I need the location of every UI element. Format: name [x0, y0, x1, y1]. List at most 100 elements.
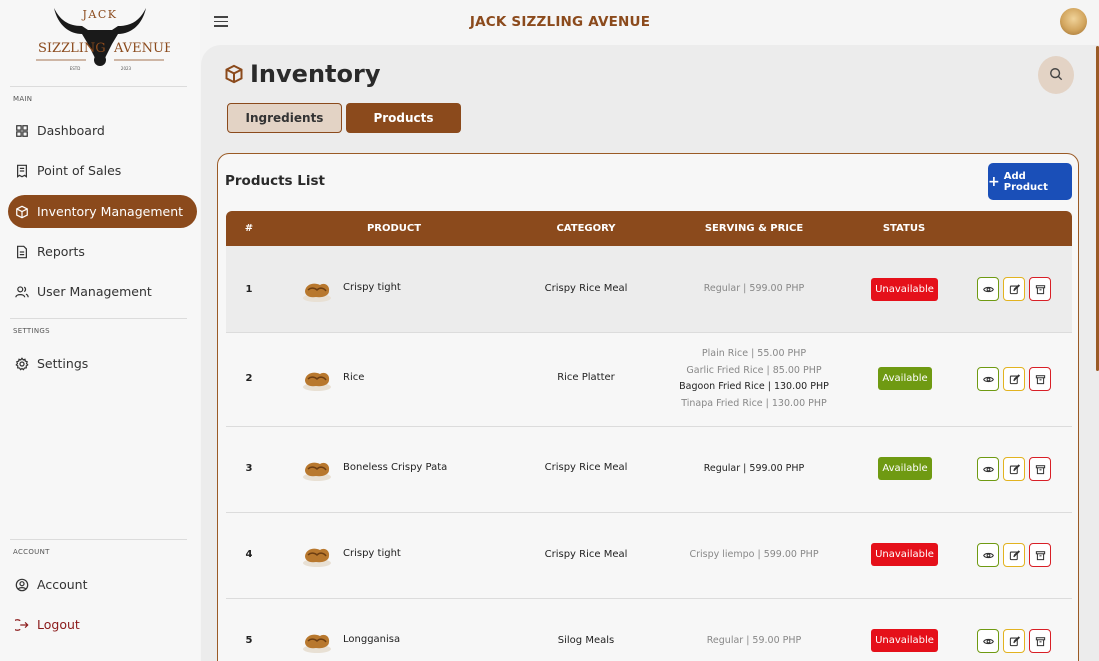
section-label-settings: SETTINGS: [13, 327, 50, 335]
product-category: Rice Platter: [557, 372, 615, 383]
add-product-label: Add Product: [1003, 170, 1048, 193]
product-category: Crispy Rice Meal: [544, 462, 628, 473]
row-number: 5: [245, 635, 253, 646]
product-image: [302, 544, 332, 568]
brand-logo[interactable]: JACK SIZZLING AVENUE ESTD 2023: [30, 4, 173, 76]
edit-icon: [1009, 370, 1020, 389]
sidebar-item-inventory-management[interactable]: Inventory Management: [8, 195, 197, 228]
hamburger-menu-icon[interactable]: [214, 16, 228, 28]
search-button[interactable]: [1038, 56, 1074, 94]
divider: [10, 86, 187, 87]
view-button[interactable]: [977, 543, 999, 567]
sidebar-item-user-management[interactable]: User Management: [8, 275, 197, 308]
product-name: Crispy tight: [343, 282, 401, 293]
sidebar-item-dashboard[interactable]: Dashboard: [8, 114, 197, 147]
serving-price-list: Regular | 599.00 PHP: [666, 461, 842, 478]
column-header-product: PRODUCT: [366, 223, 422, 234]
gear-icon: [15, 356, 29, 371]
delete-button[interactable]: [1029, 367, 1051, 391]
receipt-icon: [15, 164, 29, 178]
eye-icon: [982, 460, 994, 479]
view-button[interactable]: [977, 629, 999, 653]
delete-button[interactable]: [1029, 457, 1051, 481]
trash-icon: [1035, 460, 1046, 479]
sidebar-item-label: Logout: [37, 617, 80, 632]
sidebar-item-label: Settings: [37, 356, 89, 371]
table-row: 1 Crispy tight Crispy Rice Meal Regular …: [226, 246, 1072, 333]
logout-icon: [15, 618, 29, 632]
view-button[interactable]: [977, 277, 999, 301]
column-header-status: STATUS: [882, 223, 926, 234]
delete-button[interactable]: [1029, 277, 1051, 301]
edit-button[interactable]: [1003, 629, 1025, 653]
edit-button[interactable]: [1003, 457, 1025, 481]
sidebar-item-reports[interactable]: Reports: [8, 235, 197, 268]
view-button[interactable]: [977, 367, 999, 391]
table-row: 2 Rice Rice Platter Plain Rice | 55.00 P…: [226, 333, 1072, 427]
edit-button[interactable]: [1003, 277, 1025, 301]
serving-price: Tinapa Fried Rice | 130.00 PHP: [681, 397, 827, 409]
product-name: Crispy tight: [343, 548, 401, 559]
box-icon: [15, 205, 29, 219]
edit-icon: [1009, 280, 1020, 299]
serving-price-list: Crispy liempo | 599.00 PHP: [666, 547, 842, 564]
product-category: Crispy Rice Meal: [544, 549, 628, 560]
table-header: # PRODUCT CATEGORY SERVING & PRICE STATU…: [226, 211, 1072, 246]
row-number: 1: [245, 284, 253, 295]
page-title: Inventory: [224, 60, 380, 88]
serving-price: Regular | 59.00 PHP: [706, 635, 802, 646]
sidebar-item-logout[interactable]: Logout: [8, 608, 197, 641]
tab-products[interactable]: Products: [346, 103, 461, 133]
product-category: Crispy Rice Meal: [544, 283, 628, 294]
sidebar-item-label: Dashboard: [37, 123, 105, 138]
eye-icon: [982, 546, 994, 565]
tab-ingredients[interactable]: Ingredients: [227, 103, 342, 133]
add-product-button[interactable]: + Add Product: [988, 163, 1072, 200]
trash-icon: [1035, 546, 1046, 565]
status-badge: Unavailable: [871, 629, 938, 652]
status-badge: Available: [878, 367, 932, 390]
edit-button[interactable]: [1003, 543, 1025, 567]
view-button[interactable]: [977, 457, 999, 481]
product-name: Rice: [343, 372, 365, 383]
product-name: Longganisa: [343, 634, 401, 645]
logo-text-estd: ESTD: [70, 66, 81, 71]
edit-icon: [1009, 632, 1020, 651]
app-brand-title: JACK SIZZLING AVENUE: [469, 14, 651, 30]
serving-price: Plain Rice | 55.00 PHP: [701, 348, 807, 359]
column-header-category: CATEGORY: [556, 223, 616, 234]
trash-icon: [1035, 632, 1046, 651]
products-list-title: Products List: [225, 173, 326, 189]
edit-icon: [1009, 546, 1020, 565]
product-category: Silog Meals: [557, 635, 615, 646]
product-image: [302, 279, 332, 303]
serving-price: Bagoon Fried Rice | 130.00 PHP: [679, 381, 829, 392]
users-icon: [15, 285, 29, 299]
serving-price: Regular | 599.00 PHP: [703, 283, 805, 294]
delete-button[interactable]: [1029, 543, 1051, 567]
sidebar-item-point-of-sales[interactable]: Point of Sales: [8, 154, 197, 187]
box-icon: [224, 64, 244, 84]
sidebar-item-settings[interactable]: Settings: [8, 347, 197, 380]
sidebar: JACK SIZZLING AVENUE ESTD 2023 MAIN Dash…: [0, 0, 200, 661]
sidebar-item-label: Account: [37, 577, 88, 592]
sidebar-item-account[interactable]: Account: [8, 568, 197, 601]
section-label-account: ACCOUNT: [13, 548, 50, 556]
document-icon: [15, 245, 29, 259]
account-icon: [15, 578, 29, 592]
trash-icon: [1035, 280, 1046, 299]
logo-text-sizzling: SIZZLING: [38, 41, 106, 56]
serving-price-list: Regular | 59.00 PHP: [666, 633, 842, 650]
status-badge: Unavailable: [871, 278, 938, 301]
edit-button[interactable]: [1003, 367, 1025, 391]
status-badge: Available: [878, 457, 932, 480]
search-icon: [1049, 66, 1063, 85]
divider: [10, 539, 187, 540]
sidebar-item-label: User Management: [37, 284, 152, 299]
page-title-text: Inventory: [250, 60, 381, 88]
row-number: 4: [245, 549, 253, 560]
avatar[interactable]: [1060, 8, 1087, 35]
sidebar-item-label: Point of Sales: [37, 163, 122, 178]
delete-button[interactable]: [1029, 629, 1051, 653]
column-header-number: #: [244, 223, 254, 234]
